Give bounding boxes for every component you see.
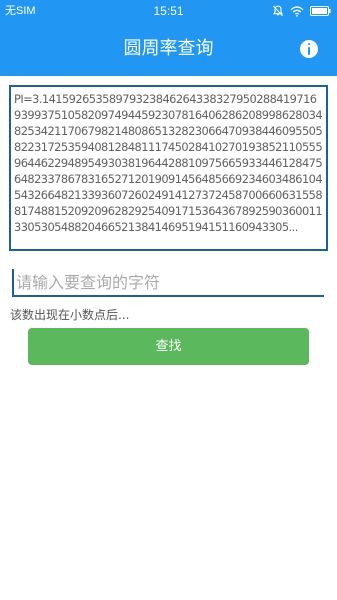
battery-icon [310, 6, 331, 16]
search-input[interactable] [12, 269, 324, 297]
info-icon-stem [308, 47, 311, 55]
app-bar: 圆周率查询 [0, 22, 337, 76]
wifi-icon [290, 5, 304, 17]
app-title: 圆周率查询 [123, 38, 214, 59]
pi-digits-text: PI=3.14159265358979323846264338327950288… [14, 92, 323, 234]
find-button[interactable]: 查找 [28, 328, 309, 365]
status-icons [272, 4, 331, 18]
info-icon[interactable] [300, 40, 318, 58]
pi-display-box[interactable]: PI=3.14159265358979323846264338327950288… [9, 85, 328, 251]
mute-icon [272, 5, 284, 17]
info-icon-dot [308, 43, 311, 46]
result-text: 该数出现在小数点后... [10, 308, 130, 322]
status-bar: 无SIM 15:51 [0, 0, 337, 22]
